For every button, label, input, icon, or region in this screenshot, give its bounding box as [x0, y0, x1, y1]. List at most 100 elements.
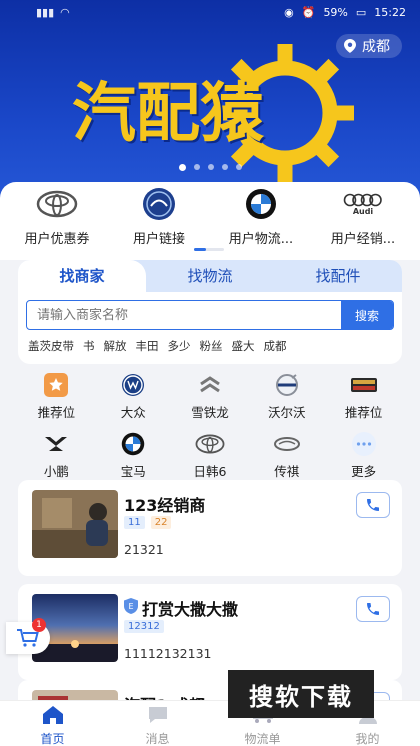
dealer-tag: 12312	[124, 620, 164, 633]
call-button[interactable]	[356, 596, 390, 622]
carousel-dot[interactable]	[207, 164, 214, 170]
grid-item-citroen[interactable]: 雪铁龙	[172, 372, 249, 421]
search-tabs: 找商家 找物流 找配件	[18, 260, 402, 292]
phone-icon	[367, 603, 379, 615]
hot-tag[interactable]: 解放	[104, 338, 127, 354]
search-input[interactable]	[27, 307, 341, 323]
grid-label: 更多	[351, 464, 377, 479]
grid-item-more[interactable]: 更多	[325, 431, 402, 480]
hot-tag[interactable]: 书	[83, 338, 95, 354]
star-icon	[18, 372, 95, 398]
message-icon	[148, 707, 167, 723]
grid-label: 传祺	[274, 464, 300, 479]
signal-icon: ▮▮▮	[36, 5, 55, 19]
grid-label: 大众	[120, 405, 146, 420]
grid-item-bmw[interactable]: 宝马	[95, 431, 172, 480]
location-label: 成都	[362, 39, 390, 55]
hot-tag[interactable]: 粉丝	[200, 338, 223, 354]
tab-find-merchant[interactable]: 找商家	[18, 260, 146, 292]
verified-shield-icon: E	[124, 598, 138, 618]
svg-text:E: E	[128, 602, 133, 611]
dealer-card[interactable]: 123经销商 11 22 21321	[18, 480, 402, 576]
wifi-icon: ◠	[60, 5, 70, 19]
grid-item-volkswagen[interactable]: 大众	[95, 372, 172, 421]
shortcut-item[interactable]: 用户物流...	[210, 186, 312, 260]
geely-logo-icon	[325, 372, 402, 398]
dealer-phone: 11112132131	[124, 646, 212, 661]
shortcut-item[interactable]: 用户优惠券	[6, 186, 108, 260]
status-bar: ▮▮▮ ◠ ◉ ⏰ 59% ▭ 15:22	[0, 0, 420, 24]
banner[interactable]: 汽配猿 成都	[0, 0, 420, 200]
carousel-dot[interactable]	[221, 164, 228, 170]
phone-icon	[367, 499, 379, 511]
grid-label: 雪铁龙	[191, 405, 229, 420]
app-logo-text: 汽配猿	[72, 77, 264, 151]
grid-item-trumpchi[interactable]: 传祺	[248, 431, 325, 480]
carousel-dot[interactable]	[193, 164, 200, 170]
carousel-dot[interactable]	[235, 164, 242, 170]
carousel-dot[interactable]	[178, 164, 186, 171]
watermark-overlay: 搜软下载	[228, 670, 374, 718]
grid-label: 推荐位	[37, 405, 76, 420]
dongfeng-logo-icon	[108, 186, 210, 222]
dealer-name: 123经销商	[124, 496, 206, 515]
toyota-logo-icon	[172, 431, 249, 457]
shortcut-label: 用户经销...	[330, 232, 396, 247]
tab-messages[interactable]: 消息	[105, 701, 210, 746]
search-card: 找商家 找物流 找配件 搜索 盖茨皮带 书 解放 丰田 多少 粉丝 盛大 成都	[18, 260, 402, 364]
grid-item-volvo[interactable]: 沃尔沃	[248, 372, 325, 421]
bmw-logo-icon	[95, 431, 172, 457]
bmw-logo-icon	[210, 186, 312, 222]
hot-tag[interactable]: 盖茨皮带	[28, 338, 74, 354]
tab-label: 消息	[145, 732, 170, 746]
floating-cart-button[interactable]: 1	[6, 618, 50, 654]
grid-item-xpeng[interactable]: 小鹏	[18, 431, 95, 480]
search-bar: 搜索	[26, 300, 394, 330]
call-button[interactable]	[356, 492, 390, 518]
grid-item-recommend-2[interactable]: 推荐位	[325, 372, 402, 421]
dealer-tag: 22	[150, 516, 172, 529]
audi-logo-text: Audi	[352, 206, 374, 216]
hot-tag[interactable]: 成都	[264, 338, 287, 354]
shortcut-label: 用户物流...	[228, 232, 294, 247]
brand-grid: 推荐位 大众 雪铁龙 沃尔沃 推荐位 小鹏 宝马 日韩6 传祺 更多	[18, 372, 402, 480]
grid-item-recommend[interactable]: 推荐位	[18, 372, 95, 421]
tab-find-logistics[interactable]: 找物流	[146, 260, 274, 292]
grid-label: 日韩6	[193, 464, 227, 479]
hot-tag[interactable]: 丰田	[136, 338, 159, 354]
dealer-photo	[32, 490, 118, 558]
dealer-name: 打赏大撒大撒	[142, 600, 239, 619]
shortcut-item[interactable]: Audi 用户经销...	[312, 186, 414, 260]
hot-search-tags: 盖茨皮带 书 解放 丰田 多少 粉丝 盛大 成都	[18, 330, 402, 354]
hot-tag[interactable]: 多少	[168, 338, 191, 354]
battery-percent: 59%	[323, 5, 348, 19]
dealer-phone: 21321	[124, 542, 164, 557]
shortcut-label: 用户链接	[132, 232, 185, 247]
grid-item-japan-korea[interactable]: 日韩6	[172, 431, 249, 480]
grid-label: 宝马	[120, 464, 146, 479]
tab-label: 我的	[355, 732, 380, 746]
search-button[interactable]: 搜索	[341, 301, 393, 329]
battery-icon: ▭	[355, 5, 367, 19]
trumpchi-logo-icon	[248, 431, 325, 457]
tab-home[interactable]: 首页	[0, 701, 105, 746]
shortcut-scroll-indicator	[194, 248, 224, 251]
tab-find-parts[interactable]: 找配件	[274, 260, 402, 292]
dealer-card[interactable]: 打赏大撒大撒 E 12312 11112132131	[18, 584, 402, 680]
xpeng-logo-icon	[18, 431, 95, 457]
grid-label: 小鹏	[43, 464, 69, 479]
volkswagen-logo-icon	[95, 372, 172, 398]
dealer-tag: 11	[124, 516, 145, 529]
hot-tag[interactable]: 盛大	[232, 338, 255, 354]
alarm-icon: ⏰	[301, 5, 316, 19]
citroen-logo-icon	[172, 372, 249, 398]
audi-logo-icon: Audi	[312, 186, 414, 222]
status-time: 15:22	[374, 5, 406, 19]
location-pin-icon	[344, 39, 356, 53]
grid-label: 沃尔沃	[268, 405, 306, 420]
location-selector[interactable]: 成都	[336, 34, 402, 58]
tab-label: 首页	[40, 732, 65, 746]
home-icon	[42, 706, 63, 724]
shortcut-label: 用户优惠券	[24, 232, 90, 247]
more-dots-icon	[325, 431, 402, 457]
